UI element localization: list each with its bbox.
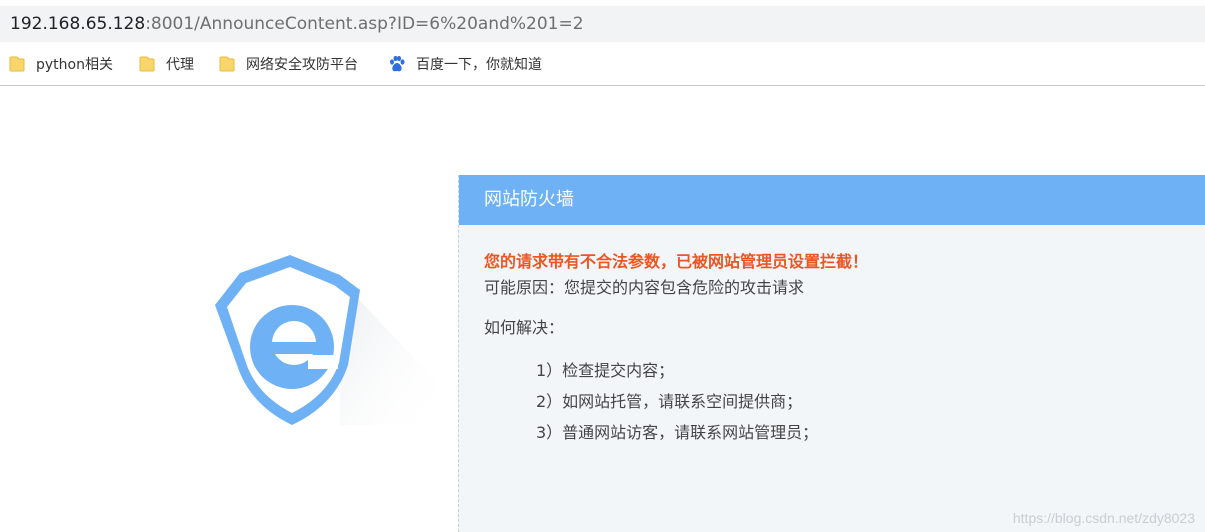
reason-text: 可能原因：您提交的内容包含危险的攻击请求 (484, 278, 805, 297)
bookmarks-bar: python相关 代理 网络安全攻防平台 百度一下，你就知道 (0, 42, 1205, 86)
bookmark-label: 百度一下，你就知道 (416, 57, 542, 73)
address-bar[interactable]: 192.168.65.128:8001/AnnounceContent.asp?… (0, 6, 1205, 42)
warning-message: 您的请求带有不合法参数，已被网站管理员设置拦截！ (484, 252, 869, 271)
baidu-paw-icon (390, 55, 405, 72)
bookmark-proxy[interactable]: 代理 (138, 42, 194, 86)
folder-icon (219, 56, 235, 72)
bookmark-label: 网络安全攻防平台 (246, 57, 358, 73)
folder-icon (139, 56, 155, 72)
bookmark-label: python相关 (36, 57, 113, 73)
list-item: 2）如网站托管，请联系空间提供商； (536, 392, 803, 411)
folder-icon (9, 56, 25, 72)
list-item: 1）检查提交内容； (536, 361, 675, 380)
list-item: 3）普通网站访客，请联系网站管理员； (536, 423, 819, 442)
steps-list: 1）检查提交内容； 2）如网站托管，请联系空间提供商； 3）普通网站访客，请联系… (484, 355, 1184, 448)
bookmark-label: 代理 (166, 57, 194, 73)
panel-title: 网站防火墙 (459, 175, 1205, 225)
howto-heading: 如何解决： (484, 318, 565, 337)
firewall-panel: 网站防火墙 您的请求带有不合法参数，已被网站管理员设置拦截！ 可能原因：您提交的… (458, 175, 1205, 532)
watermark-text: https://blog.csdn.net/zdy8023 (1012, 510, 1195, 526)
url-path: :8001/AnnounceContent.asp?ID=6%20and%201… (145, 14, 584, 34)
bookmark-security-platform[interactable]: 网络安全攻防平台 (218, 42, 358, 86)
bookmark-baidu[interactable]: 百度一下，你就知道 (388, 42, 542, 86)
panel-body: 您的请求带有不合法参数，已被网站管理员设置拦截！ 可能原因：您提交的内容包含危险… (484, 249, 1184, 448)
url-host: 192.168.65.128 (10, 14, 146, 34)
bookmark-python[interactable]: python相关 (8, 42, 113, 86)
page-content: 网站防火墙 您的请求带有不合法参数，已被网站管理员设置拦截！ 可能原因：您提交的… (0, 87, 1205, 532)
firewall-shield-logo (215, 255, 440, 425)
